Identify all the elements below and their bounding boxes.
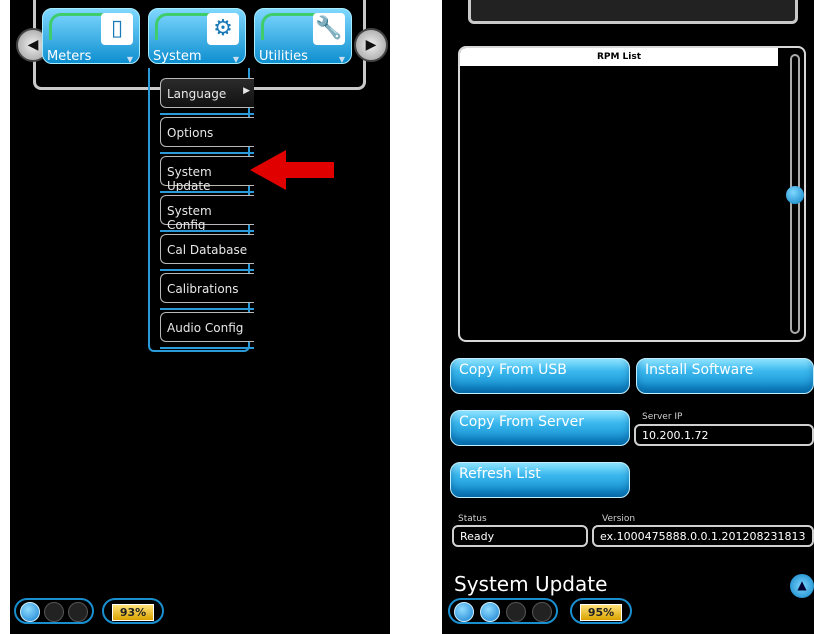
channel-dot-icon [44,602,64,622]
channel-dot-icon [20,602,40,622]
menu-item-label: Cal Database [167,243,248,257]
menu-item-label: Language [167,87,227,101]
copy-from-server-button[interactable]: Copy From Server [450,410,630,446]
menu-item-label: Calibrations [167,282,239,296]
channel-dot-icon [480,602,500,622]
battery-level: 93% [112,604,154,621]
left-screen: ◀ ▯ Meters ▼ ⚙ System ▼ 🔧 Utilities ▼ ▶ … [10,0,390,634]
server-ip-field[interactable]: 10.200.1.72 [634,424,814,446]
rpm-list-header: RPM List [460,48,778,66]
menu-item-cal-database[interactable]: Cal Database [160,234,254,271]
chevron-up-icon: ▲ [797,578,807,592]
status-field: Ready [452,525,588,547]
menu-item-label: Audio Config [167,321,244,335]
scroll-thumb[interactable] [786,186,804,204]
menu-item-label: System Config [167,204,212,232]
menu-item-options[interactable]: Options [160,117,254,154]
channel-indicator[interactable] [448,598,558,624]
tab-label: System [153,49,202,64]
wrench-icon: 🔧 [313,13,345,45]
status-label: Status [458,514,487,524]
menu-item-label: Options [167,126,214,140]
chevron-down-icon: ▼ [232,55,239,64]
channel-dot-icon [506,602,526,622]
rpm-list-panel[interactable]: RPM List [458,46,806,342]
submenu-arrow-icon: ▶ [243,86,250,96]
rpm-list-scrollbar[interactable] [786,54,804,334]
tab-label: Utilities [259,49,308,64]
gear-icon: ⚙ [207,13,239,45]
chevron-left-icon: ◀ [27,37,39,53]
refresh-list-button[interactable]: Refresh List [450,462,630,498]
right-screen: RPM List Copy From USB Install Software … [442,0,814,634]
menu-item-audio-config[interactable]: Audio Config [160,312,254,349]
chevron-down-icon: ▼ [338,55,345,64]
collapse-button[interactable]: ▲ [790,574,814,598]
tab-meters[interactable]: ▯ Meters ▼ [42,8,140,64]
version-field: ex.1000475888.0.0.1.201208231813 [592,525,814,547]
red-arrow-icon [250,150,334,190]
menu-item-label: System Update [167,165,212,193]
menu-item-language[interactable]: Language ▶ [160,78,254,115]
version-label: Version [602,514,636,524]
tab-utilities[interactable]: 🔧 Utilities ▼ [254,8,352,64]
tab-label: Meters [47,49,92,64]
channel-dot-icon [68,602,88,622]
chevron-right-icon: ▶ [365,37,377,53]
channel-dot-icon [454,602,474,622]
nav-next-button[interactable]: ▶ [354,28,388,62]
channel-dot-icon [532,602,552,622]
top-bar [468,0,798,24]
battery-level: 95% [580,604,622,621]
server-ip-label: Server IP [642,412,683,422]
copy-from-usb-button[interactable]: Copy From USB [450,358,630,394]
menu-item-system-config[interactable]: System Config [160,195,254,232]
channel-indicator[interactable] [14,598,94,624]
install-software-button[interactable]: Install Software [636,358,814,394]
system-dropdown-menu: Language ▶ Options System Update System … [148,68,254,352]
meter-icon: ▯ [101,13,133,45]
page-title: System Update [454,572,608,596]
battery-indicator: 93% [102,598,164,624]
menu-item-system-update[interactable]: System Update [160,156,254,193]
chevron-down-icon: ▼ [126,55,133,64]
menu-item-calibrations[interactable]: Calibrations [160,273,254,310]
battery-indicator: 95% [570,598,632,624]
tab-system[interactable]: ⚙ System ▼ [148,8,246,64]
